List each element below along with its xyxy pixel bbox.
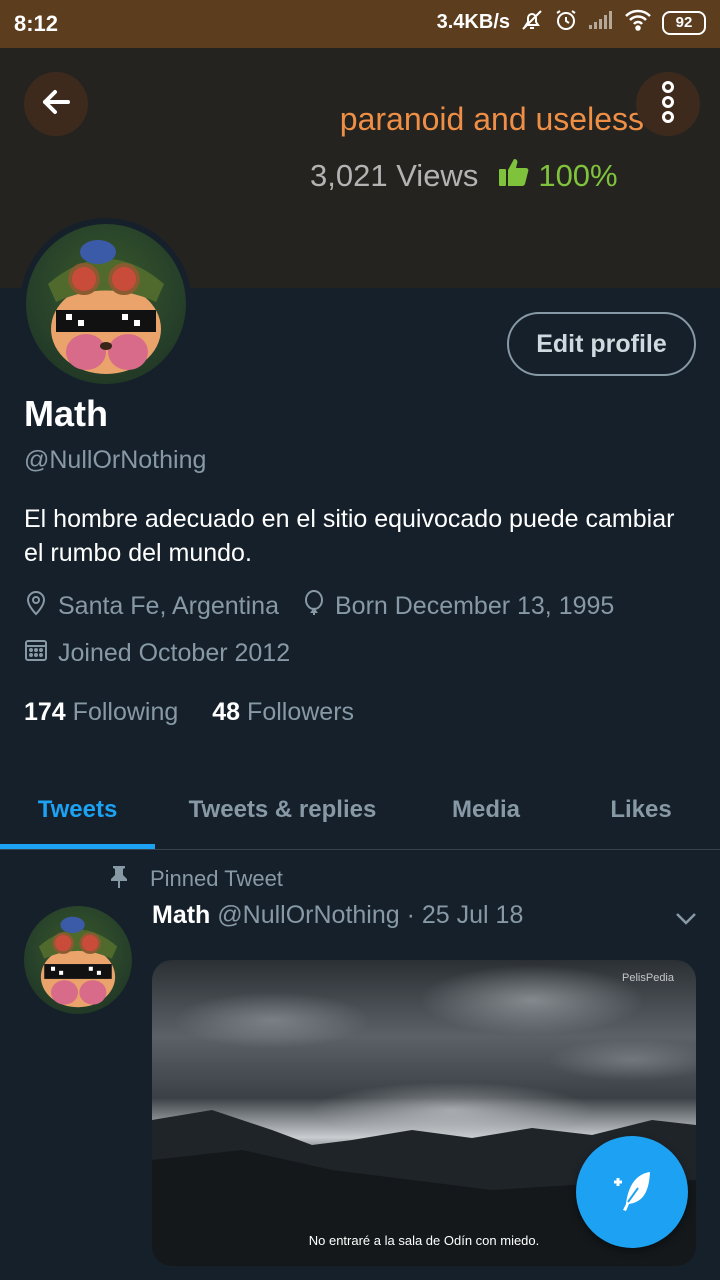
status-right: 3.4KB/s 92 [437,8,706,37]
network-speed: 3.4KB/s [436,11,510,33]
balloon-icon [303,590,325,623]
alarm-icon [554,8,578,37]
like-ratio-value: 100% [538,158,618,193]
edit-profile-button[interactable]: Edit profile [507,312,696,376]
profile-avatar[interactable] [20,218,192,390]
tab-likes[interactable]: Likes [562,770,720,850]
tab-media[interactable]: Media [410,770,562,850]
compose-tweet-button[interactable] [576,1136,688,1248]
profile-handle: @NullOrNothing [24,446,207,474]
profile-meta-row-2: Joined October 2012 [24,638,314,669]
tweet-author-handle[interactable]: @NullOrNothing [217,901,399,929]
followers-count: 48 [212,698,241,726]
profile-meta-row-1: Santa Fe, Argentina Born December 13, 19… [24,590,638,623]
signal-icon [588,10,614,35]
back-button[interactable] [24,72,88,136]
thumbs-up-icon [498,157,530,195]
tweet-author-name[interactable]: Math [152,901,210,929]
like-ratio: 100% [498,157,618,195]
tweet-header: Math @NullOrNothing · 25 Jul 18 [152,901,523,930]
calendar-icon [24,638,48,669]
status-bar: 8:12 3.4KB/s 92 [0,0,720,48]
bell-off-icon [520,8,544,37]
avatar-image [26,224,186,384]
tab-tweets[interactable]: Tweets [0,770,155,850]
profile-bio: El hombre adecuado en el sitio equivocad… [24,505,675,567]
banner-title: paranoid and useless [339,101,644,137]
pinned-indicator: Pinned Tweet [108,864,283,894]
follow-stats: 174 Following 48 Followers [24,698,354,727]
followers-label: Followers [247,698,355,726]
chevron-down-icon[interactable] [674,908,698,933]
tab-tweets-replies[interactable]: Tweets & replies [155,770,410,850]
joined-text: Joined October 2012 [58,639,291,667]
pin-icon [108,864,130,894]
profile-name: Math [24,393,108,434]
joined-item: Joined October 2012 [24,638,290,669]
location-item: Santa Fe, Argentina [24,590,279,623]
birthday-text: Born December 13, 1995 [334,592,615,620]
location-pin-icon [24,590,48,623]
more-vertical-icon [660,80,676,129]
following-link[interactable]: 174 Following [24,698,178,727]
arrow-left-icon [38,84,74,125]
tweet-author-avatar[interactable] [24,906,132,1014]
tweet-date: · 25 Jul 18 [406,901,524,929]
status-time: 8:12 [14,11,59,36]
following-label: Following [72,698,179,726]
followers-link[interactable]: 48 Followers [212,698,354,727]
media-watermark: PelisPedia [622,972,674,984]
more-options-button[interactable] [636,72,700,136]
active-tab-indicator [0,844,155,849]
location-text: Santa Fe, Argentina [58,592,279,620]
pinned-label: Pinned Tweet [150,866,283,891]
birthday-item: Born December 13, 1995 [303,590,614,623]
following-count: 174 [24,698,66,726]
views-count: 3,021 Views [310,158,479,193]
banner-stats: 3,021 Views 100% [310,157,618,195]
profile-tabs: Tweets Tweets & replies Media Likes [0,770,720,850]
compose-feather-icon [606,1164,658,1221]
battery-icon: 92 [662,10,706,35]
wifi-icon [624,9,652,36]
